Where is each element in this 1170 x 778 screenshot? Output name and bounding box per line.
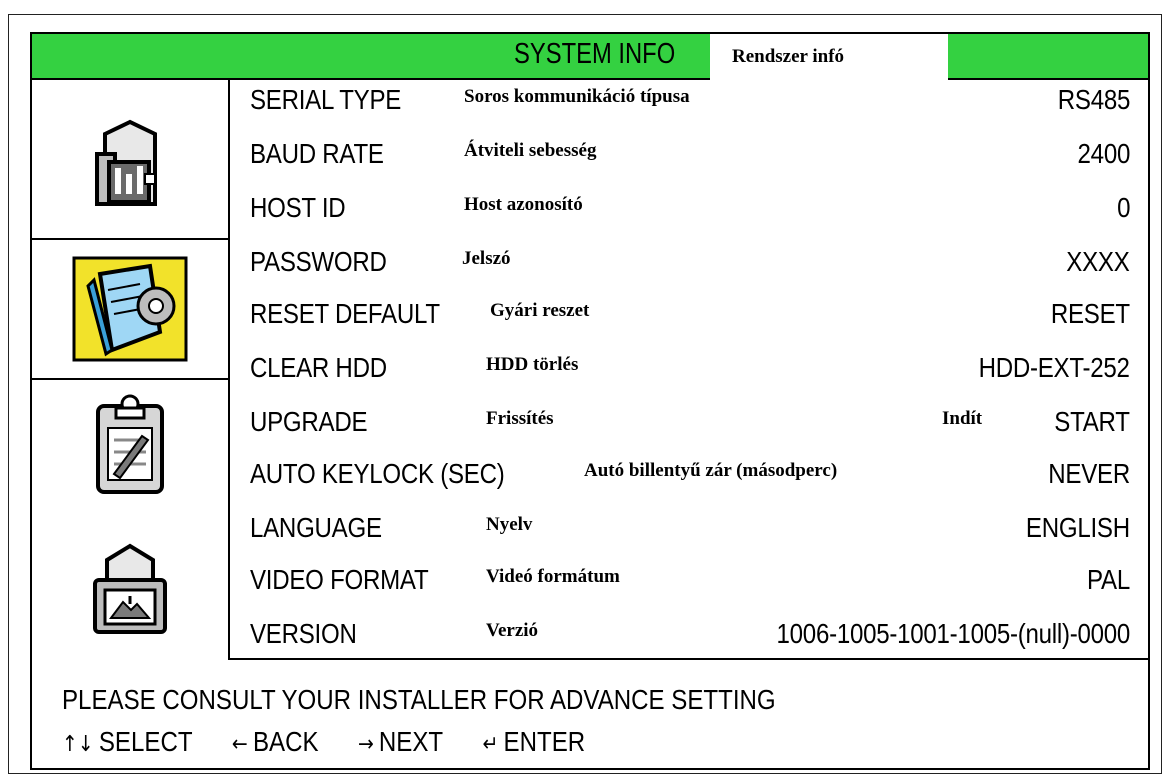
row-baud-rate[interactable]: BAUD RATE Átviteli sebesség 2400 xyxy=(250,138,1130,174)
setting-label: VIDEO FORMAT xyxy=(250,564,429,595)
content-bottom-divider xyxy=(228,658,1148,660)
row-version: VERSION Verzió 1006-1005-1001-1005-(null… xyxy=(250,618,1130,654)
setting-label: PASSWORD xyxy=(250,246,387,277)
clipboard-record-icon xyxy=(96,394,164,494)
setting-translation: Autó billentyű zár (másodperc) xyxy=(584,460,838,481)
setting-value[interactable]: PAL xyxy=(1087,564,1130,596)
hint-label: NEXT xyxy=(378,726,444,757)
row-language[interactable]: LANGUAGE Nyelv ENGLISH xyxy=(250,512,1130,548)
hint-next: → NEXT xyxy=(358,726,443,758)
menu-header: SYSTEM INFO Rendszer infó xyxy=(32,34,1148,80)
setting-translation: Verzió xyxy=(486,620,539,641)
manual-book-icon xyxy=(72,256,188,362)
setting-translation: HDD törlés xyxy=(486,354,579,375)
system-settings-icon xyxy=(95,119,157,206)
row-upgrade[interactable]: UPGRADE Frissítés Indít START xyxy=(250,406,1130,442)
right-arrow-icon: → xyxy=(357,732,374,757)
setting-value[interactable]: XXXX xyxy=(1067,246,1130,278)
row-reset-default[interactable]: RESET DEFAULT Gyári reszet RESET xyxy=(250,298,1130,334)
setting-label: AUTO KEYLOCK (SEC) xyxy=(250,458,505,489)
row-serial-type[interactable]: SERIAL TYPE Soros kommunikáció típusa RS… xyxy=(250,84,1130,120)
setting-translation: Átviteli sebesség xyxy=(464,140,597,161)
setting-translation: Gyári reszet xyxy=(490,300,590,321)
setting-translation: Host azonosító xyxy=(464,194,583,215)
left-arrow-icon: ← xyxy=(231,732,248,757)
hint-label: ENTER xyxy=(503,726,586,757)
start-button[interactable]: START xyxy=(1055,406,1131,438)
setting-label: LANGUAGE xyxy=(250,512,382,543)
network-icon xyxy=(93,543,167,634)
setting-translation: Jelszó xyxy=(462,248,511,269)
value-translation: Indít xyxy=(942,408,983,429)
hint-select: ↑↓ SELECT xyxy=(62,726,193,758)
navigation-hints: ↑↓ SELECT ← BACK → NEXT ↵ ENTER xyxy=(62,726,618,758)
setting-label: HOST ID xyxy=(250,192,346,223)
tab-network[interactable] xyxy=(32,510,228,660)
system-info-panel: SYSTEM INFO Rendszer infó SERIAL TYPE So… xyxy=(30,32,1150,770)
setting-label: VERSION xyxy=(250,618,357,649)
row-password[interactable]: PASSWORD Jelszó XXXX xyxy=(250,246,1130,282)
setting-label: BAUD RATE xyxy=(250,138,384,169)
setting-label: RESET DEFAULT xyxy=(250,298,440,329)
hint-back: ← BACK xyxy=(232,726,319,758)
page-title: SYSTEM INFO xyxy=(514,38,676,70)
setting-value[interactable]: 0 xyxy=(1117,192,1130,224)
installer-notice: PLEASE CONSULT YOUR INSTALLER FOR ADVANC… xyxy=(62,684,776,715)
row-host-id[interactable]: HOST ID Host azonosító 0 xyxy=(250,192,1130,228)
row-video-format[interactable]: VIDEO FORMAT Videó formátum PAL xyxy=(250,564,1130,600)
sidebar-divider xyxy=(228,78,230,660)
version-value: 1006-1005-1001-1005-(null)-0000 xyxy=(776,618,1131,649)
tab-manual[interactable] xyxy=(32,240,230,380)
setting-translation: Frissítés xyxy=(486,408,554,429)
setting-value[interactable]: HDD-EXT-252 xyxy=(979,352,1130,384)
setting-translation: Videó formátum xyxy=(486,566,620,587)
row-auto-keylock[interactable]: AUTO KEYLOCK (SEC) Autó billentyű zár (m… xyxy=(250,458,1130,494)
setting-value[interactable]: RS485 xyxy=(1058,84,1131,116)
setting-translation: Nyelv xyxy=(486,514,533,535)
enter-key-icon: ↵ xyxy=(482,732,499,757)
hint-label: SELECT xyxy=(98,726,193,757)
tab-record[interactable] xyxy=(32,380,228,510)
hint-enter: ↵ ENTER xyxy=(483,726,586,758)
setting-value[interactable]: ENGLISH xyxy=(1026,512,1130,544)
row-clear-hdd[interactable]: CLEAR HDD HDD törlés HDD-EXT-252 xyxy=(250,352,1130,388)
setting-translation: Soros kommunikáció típusa xyxy=(464,86,690,107)
setting-label: SERIAL TYPE xyxy=(250,84,402,115)
tab-system-settings[interactable] xyxy=(32,80,228,240)
up-down-arrow-icon: ↑↓ xyxy=(62,732,94,757)
setting-value[interactable]: 2400 xyxy=(1077,138,1130,170)
setting-label: UPGRADE xyxy=(250,406,368,437)
setting-value[interactable]: NEVER xyxy=(1048,458,1130,490)
setting-value[interactable]: RESET xyxy=(1051,298,1130,330)
setting-label: CLEAR HDD xyxy=(250,352,387,383)
hint-label: BACK xyxy=(252,726,319,757)
page-title-translation: Rendszer infó xyxy=(710,34,948,80)
